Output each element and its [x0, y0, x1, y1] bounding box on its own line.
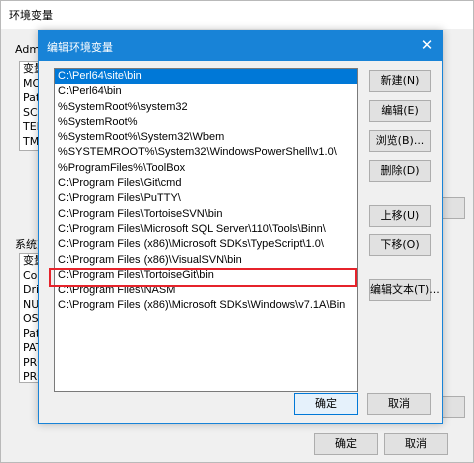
path-list-item[interactable]: C:\Program Files\Microsoft SQL Server\11… — [55, 222, 357, 237]
path-list-item[interactable]: %SystemRoot%\system32 — [55, 100, 357, 115]
path-list[interactable]: C:\Perl64\site\bin C:\Perl64\bin %System… — [54, 68, 358, 392]
path-list-item[interactable]: C:\Program Files\Git\cmd — [55, 176, 357, 191]
path-list-item[interactable]: %ProgramFiles%\ToolBox — [55, 161, 357, 176]
ok-button[interactable]: 确定 — [294, 393, 358, 415]
parent-ok-button[interactable]: 确定 — [314, 433, 378, 455]
path-list-item[interactable]: C:\Program Files (x86)\Microsoft SDKs\Wi… — [55, 298, 357, 313]
parent-dialog-title: 环境变量 — [9, 9, 53, 22]
path-list-item[interactable]: C:\Perl64\bin — [55, 84, 357, 99]
parent-titlebar: 环境变量 — [1, 1, 473, 29]
path-list-item[interactable]: C:\Program Files (x86)\VisualSVN\bin — [55, 253, 357, 268]
close-icon[interactable]: ✕ — [412, 31, 442, 61]
path-list-item[interactable]: %SYSTEMROOT%\System32\WindowsPowerShell\… — [55, 145, 357, 160]
parent-cancel-button[interactable]: 取消 — [384, 433, 448, 455]
path-list-item[interactable]: %SystemRoot% — [55, 115, 357, 130]
path-list-item[interactable]: C:\Program Files\NASM — [55, 283, 357, 298]
delete-button[interactable]: 删除(D) — [369, 160, 431, 182]
new-button[interactable]: 新建(N) — [369, 70, 431, 92]
path-list-item[interactable]: C:\Program Files\TortoiseGit\bin — [55, 268, 357, 283]
browse-button[interactable]: 浏览(B)... — [369, 130, 431, 152]
path-list-item[interactable]: C:\Perl64\site\bin — [55, 69, 357, 85]
edit-env-var-dialog: 编辑环境变量 ✕ C:\Perl64\site\bin C:\Perl64\bi… — [38, 30, 443, 424]
move-up-button[interactable]: 上移(U) — [369, 205, 431, 227]
path-list-item[interactable]: C:\Program Files (x86)\Microsoft SDKs\Ty… — [55, 237, 357, 252]
move-down-button[interactable]: 下移(O) — [369, 234, 431, 256]
dialog-title: 编辑环境变量 — [47, 41, 113, 54]
path-list-item[interactable]: C:\Program Files\TortoiseSVN\bin — [55, 207, 357, 222]
cancel-button[interactable]: 取消 — [367, 393, 431, 415]
path-list-item[interactable]: %SystemRoot%\System32\Wbem — [55, 130, 357, 145]
dialog-titlebar[interactable]: 编辑环境变量 ✕ — [39, 31, 442, 61]
edit-text-button[interactable]: 编辑文本(T)... — [369, 279, 440, 301]
edit-button[interactable]: 编辑(E) — [369, 100, 431, 122]
path-list-item[interactable]: C:\Program Files\PuTTY\ — [55, 191, 357, 206]
